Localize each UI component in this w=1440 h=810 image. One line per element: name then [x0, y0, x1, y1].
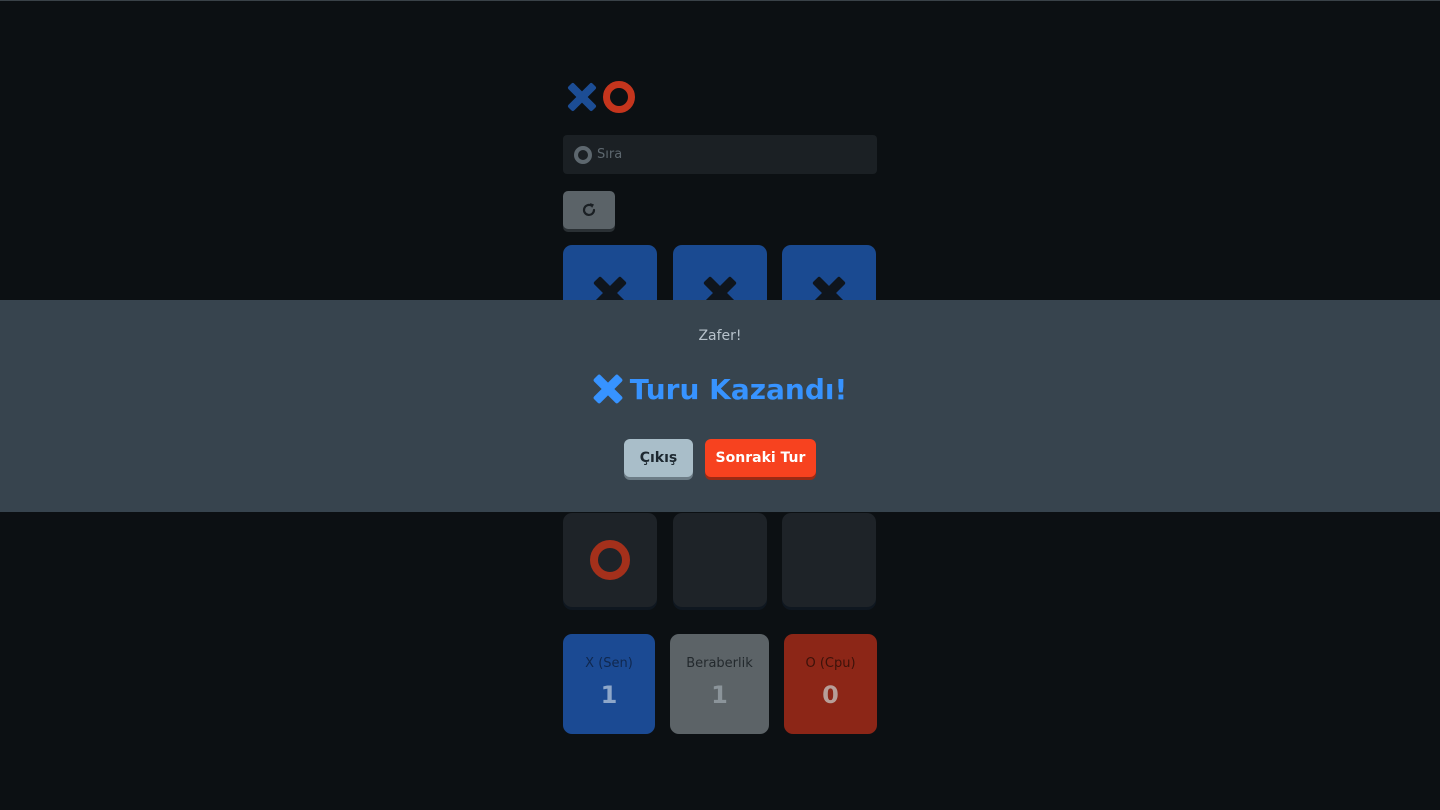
restart-button[interactable] [563, 191, 615, 229]
quit-button[interactable]: Çıkış [624, 439, 693, 477]
score-x-value: 1 [600, 681, 618, 709]
score-tie-value: 1 [711, 681, 728, 709]
logo [567, 81, 635, 113]
logo-x-icon [567, 82, 597, 112]
score-x: X (Sen) 1 [563, 634, 655, 734]
result-headline-text: Turu Kazandı! [629, 372, 848, 406]
board-cell-7[interactable] [563, 513, 657, 607]
turn-label: Sıra [597, 147, 623, 162]
result-subtitle: Zafer! [698, 328, 742, 344]
score-tie: Beraberlik 1 [670, 634, 769, 734]
board-cell-9[interactable] [782, 513, 876, 607]
score-o-label: O (Cpu) [805, 656, 856, 671]
score-tie-label: Beraberlik [686, 656, 753, 671]
logo-o-icon [603, 81, 635, 113]
board-cell-8[interactable] [673, 513, 767, 607]
score-o-value: 0 [822, 681, 839, 709]
restart-icon [582, 203, 596, 216]
x-icon [593, 374, 623, 404]
o-mark-icon [590, 540, 630, 580]
result-modal: Zafer! Turu Kazandı! Çıkış Sonraki Tur [0, 300, 1440, 512]
next-round-button[interactable]: Sonraki Tur [705, 439, 816, 477]
score-o: O (Cpu) 0 [784, 634, 877, 734]
o-icon [574, 145, 592, 164]
score-x-label: X (Sen) [585, 656, 633, 671]
top-border [0, 0, 1440, 1]
result-headline: Turu Kazandı! [0, 372, 1440, 406]
turn-indicator: Sıra [563, 135, 877, 174]
scoreboard: X (Sen) 1 Beraberlik 1 O (Cpu) 0 [563, 634, 877, 736]
